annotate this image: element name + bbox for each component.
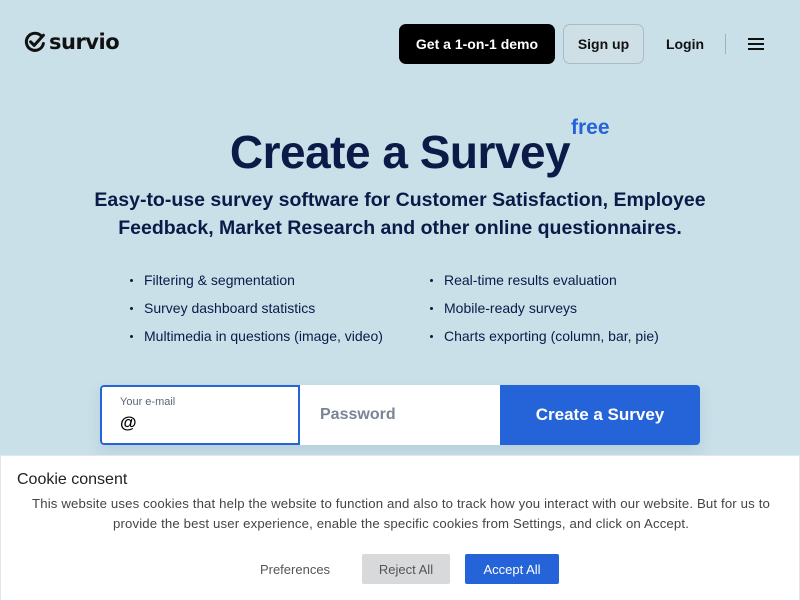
accept-all-button[interactable]: Accept All [465,554,559,584]
bullet-icon [430,334,433,338]
survio-logo[interactable]: survio [24,30,120,54]
cookie-title: Cookie consent [17,471,128,488]
feature-text: Filtering & segmentation [144,272,295,288]
feature-text: Charts exporting (column, bar, pie) [444,328,659,344]
menu-button[interactable] [744,32,768,56]
hero-title: Create a Survey [229,126,571,178]
preferences-button[interactable]: Preferences [246,554,344,584]
login-link[interactable]: Login [655,24,715,64]
bullet-icon [130,278,133,282]
feature-item: Survey dashboard statistics [130,294,450,322]
hamburger-menu-icon [748,38,764,50]
feature-text: Survey dashboard statistics [144,300,316,316]
bullet-icon [130,334,133,338]
free-badge: free [571,116,610,139]
feature-list-left: Filtering & segmentation Survey dashboar… [130,266,450,350]
site-header: survio Get a 1-on-1 demo Sign up Login [0,0,800,88]
create-survey-button[interactable]: Create a Survey [500,385,700,445]
logo-text: survio [49,30,120,54]
email-label: Your e-mail [120,396,176,408]
cookie-text: This website uses cookies that help the … [32,496,770,531]
bullet-icon [430,278,433,282]
sign-up-button[interactable]: Sign up [563,24,644,64]
cookie-actions: Preferences Reject All Accept All [1,554,800,584]
signup-form: Your e-mail Create a Survey [100,385,700,445]
bullet-icon [130,306,133,310]
feature-item: Real-time results evaluation [430,266,750,294]
feature-item: Charts exporting (column, bar, pie) [430,322,750,350]
bullet-icon [430,306,433,310]
feature-item: Multimedia in questions (image, video) [130,322,450,350]
feature-item: Mobile-ready surveys [430,294,750,322]
feature-text: Multimedia in questions (image, video) [144,328,383,344]
password-input[interactable] [300,385,500,445]
nav-divider [725,34,726,54]
reject-all-button[interactable]: Reject All [362,554,450,584]
checkmark-circle-icon [24,31,45,52]
get-demo-button[interactable]: Get a 1-on-1 demo [399,24,555,64]
feature-list-right: Real-time results evaluation Mobile-read… [430,266,750,350]
cookie-consent-banner: Cookie consent This website uses cookies… [0,455,800,600]
hero-subtitle: Easy-to-use survey software for Customer… [94,189,706,239]
feature-text: Real-time results evaluation [444,272,617,288]
email-field[interactable]: Your e-mail [100,385,300,445]
feature-text: Mobile-ready surveys [444,300,578,316]
email-input[interactable] [120,411,290,435]
feature-item: Filtering & segmentation [130,266,450,294]
password-field[interactable] [300,385,500,445]
